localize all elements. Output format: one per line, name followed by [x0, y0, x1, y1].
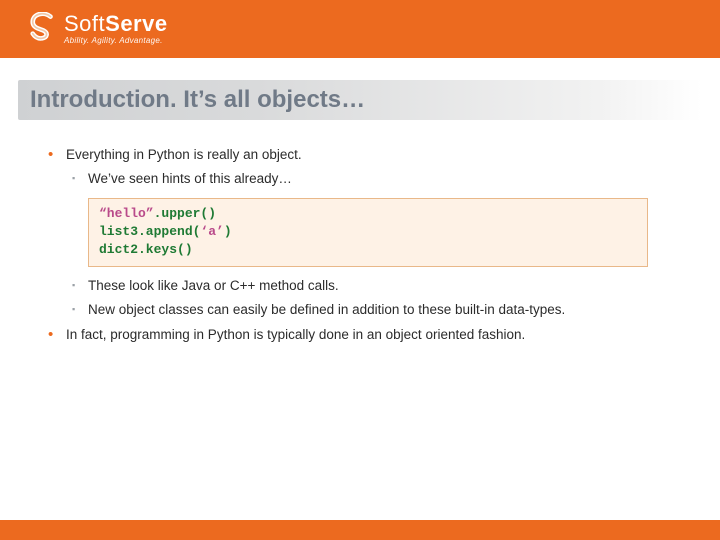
- content-area: Everything in Python is really an object…: [0, 120, 720, 344]
- code-text: .upper(): [154, 206, 216, 221]
- list-item: New object classes can easily be defined…: [66, 301, 680, 319]
- bullet-text: New object classes can easily be defined…: [88, 302, 565, 317]
- logo-name-b: Serve: [105, 11, 167, 36]
- bullet-text: Everything in Python is really an object…: [66, 147, 302, 162]
- title-band: Introduction. It’s all objects…: [18, 80, 702, 120]
- code-line: “hello”.upper(): [99, 205, 637, 223]
- logo-tagline: Ability. Agility. Advantage.: [64, 37, 168, 45]
- list-item: These look like Java or C++ method calls…: [66, 277, 680, 295]
- bullet-list: Everything in Python is really an object…: [44, 146, 680, 344]
- sub-list: We’ve seen hints of this already…: [66, 170, 680, 188]
- footer-bar: [0, 520, 720, 540]
- header-bar: SoftServe Ability. Agility. Advantage.: [0, 0, 720, 58]
- code-text: ): [224, 224, 232, 239]
- logo-s-icon: [26, 12, 58, 46]
- slide: SoftServe Ability. Agility. Advantage. I…: [0, 0, 720, 540]
- page-title: Introduction. It’s all objects…: [30, 86, 690, 114]
- logo-name-a: Soft: [64, 11, 105, 36]
- code-string: “hello”: [99, 206, 154, 221]
- list-item: In fact, programming in Python is typica…: [44, 326, 680, 344]
- code-block: “hello”.upper() list3.append(‘a’) dict2.…: [88, 198, 648, 267]
- code-line: dict2.keys(): [99, 241, 637, 259]
- bullet-text: In fact, programming in Python is typica…: [66, 327, 525, 342]
- logo-text: SoftServe Ability. Agility. Advantage.: [64, 13, 168, 45]
- sub-list: These look like Java or C++ method calls…: [66, 277, 680, 319]
- code-line: list3.append(‘a’): [99, 223, 637, 241]
- list-item: Everything in Python is really an object…: [44, 146, 680, 320]
- bullet-text: We’ve seen hints of this already…: [88, 171, 292, 186]
- logo: SoftServe Ability. Agility. Advantage.: [26, 12, 168, 46]
- list-item: We’ve seen hints of this already…: [66, 170, 680, 188]
- code-text: list3.append(: [99, 224, 200, 239]
- bullet-text: These look like Java or C++ method calls…: [88, 278, 339, 293]
- logo-name: SoftServe: [64, 13, 168, 35]
- code-text: dict2.keys(): [99, 242, 193, 257]
- code-string: ‘a’: [200, 224, 223, 239]
